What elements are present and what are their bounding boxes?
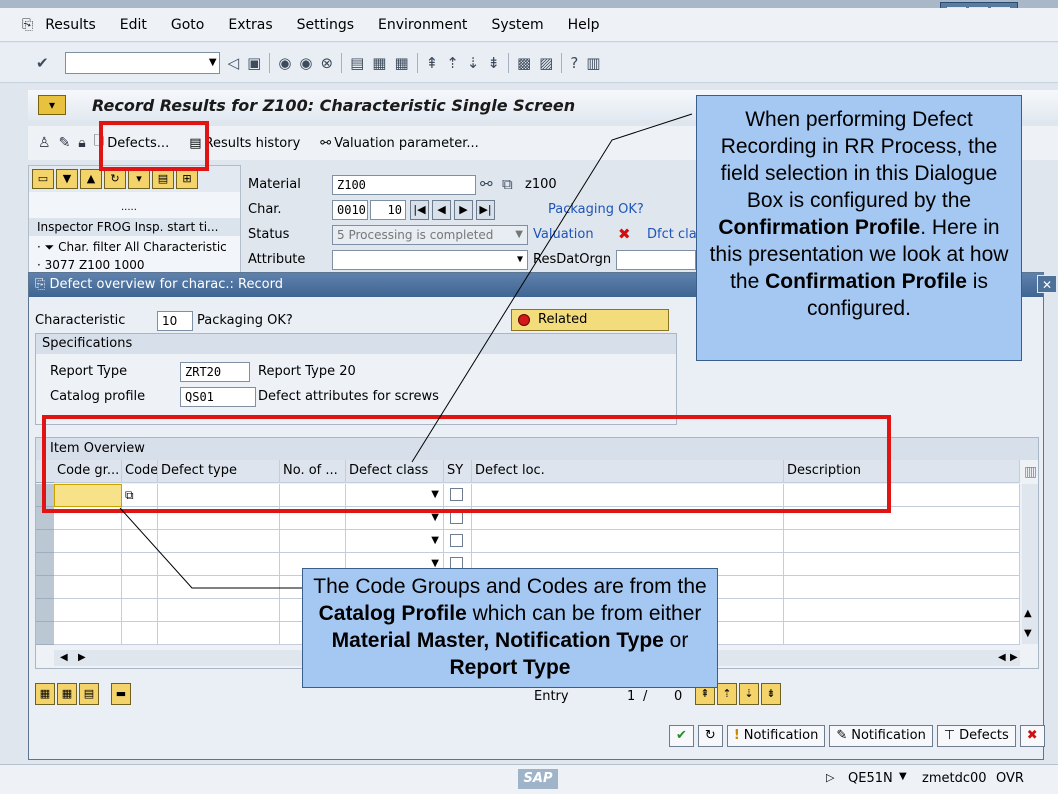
callout-confirmation-profile: When performing Defect Recording in RR P… — [696, 95, 1022, 361]
callout-catalog-profile: The Code Groups and Codes are from the C… — [302, 568, 718, 688]
